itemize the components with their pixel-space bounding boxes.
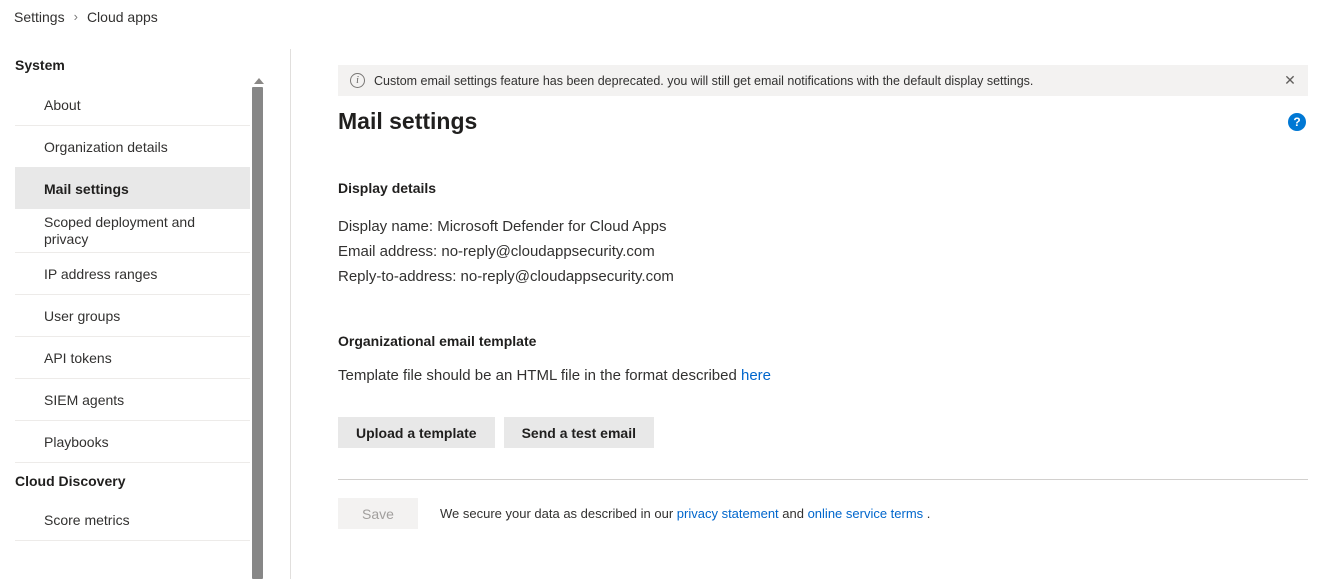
sidebar-item-about[interactable]: About <box>15 83 250 125</box>
privacy-note-suffix: . <box>923 506 930 521</box>
organizational-email-template-heading: Organizational email template <box>338 333 536 349</box>
breadcrumb: Settings › Cloud apps <box>14 6 158 28</box>
sidebar-content-divider <box>290 49 291 579</box>
sidebar-item-siem-agents[interactable]: SIEM agents <box>15 378 250 420</box>
online-service-terms-link[interactable]: online service terms <box>808 506 924 521</box>
template-actions: Upload a template Send a test email <box>338 417 663 448</box>
reply-to-address-line: Reply-to-address: no-reply@cloudappsecur… <box>338 264 674 289</box>
deprecation-banner: i Custom email settings feature has been… <box>338 65 1308 96</box>
display-name-line: Display name: Microsoft Defender for Clo… <box>338 214 674 239</box>
sidebar-item-organization-details[interactable]: Organization details <box>15 125 250 167</box>
privacy-note-middle: and <box>779 506 808 521</box>
sidebar-item-playbooks[interactable]: Playbooks <box>15 420 250 462</box>
info-circle-icon: i <box>350 73 365 88</box>
sidebar-item-api-tokens[interactable]: API tokens <box>15 336 250 378</box>
sidebar-item-label: About <box>44 97 81 113</box>
chevron-right-icon: › <box>74 9 78 24</box>
email-address-line: Email address: no-reply@cloudappsecurity… <box>338 239 674 264</box>
breadcrumb-item-settings[interactable]: Settings <box>14 9 65 25</box>
display-details-list: Display name: Microsoft Defender for Clo… <box>338 214 674 289</box>
sidebar-item-label: Score metrics <box>44 512 130 528</box>
footer-divider <box>338 479 1308 480</box>
sidebar-item-user-groups[interactable]: User groups <box>15 294 250 336</box>
here-link[interactable]: here <box>741 367 771 384</box>
page-title: Mail settings <box>338 108 477 135</box>
settings-sidebar: System About Organization details Mail s… <box>0 47 266 579</box>
sidebar-item-score-metrics[interactable]: Score metrics <box>15 498 250 540</box>
sidebar-item-label: Organization details <box>44 139 168 155</box>
footer-bar: Save We secure your data as described in… <box>338 498 930 529</box>
sidebar-item-label: Scoped deployment and privacy <box>44 214 240 248</box>
chevron-up-icon[interactable] <box>254 78 264 84</box>
breadcrumb-item-cloud-apps[interactable]: Cloud apps <box>87 9 158 25</box>
privacy-statement-link[interactable]: privacy statement <box>677 506 779 521</box>
sidebar-item-label: Playbooks <box>44 434 109 450</box>
display-details-heading: Display details <box>338 180 436 196</box>
save-button[interactable]: Save <box>338 498 418 529</box>
scrollbar-thumb[interactable] <box>252 87 263 579</box>
sidebar-divider <box>15 540 250 541</box>
main-content: i Custom email settings feature has been… <box>338 0 1330 579</box>
nav-group-title-system: System <box>0 47 266 83</box>
template-description-text: Template file should be an HTML file in … <box>338 367 741 384</box>
sidebar-item-mail-settings[interactable]: Mail settings <box>15 167 250 209</box>
nav-group-title-cloud-discovery: Cloud Discovery <box>15 462 250 498</box>
sidebar-scrollbar[interactable] <box>251 47 264 579</box>
send-a-test-email-button[interactable]: Send a test email <box>504 417 654 448</box>
sidebar-item-label: Mail settings <box>44 181 129 197</box>
privacy-note: We secure your data as described in our … <box>440 506 930 521</box>
privacy-note-prefix: We secure your data as described in our <box>440 506 677 521</box>
help-icon[interactable]: ? <box>1288 113 1306 131</box>
sidebar-item-label: User groups <box>44 308 120 324</box>
sidebar-item-label: SIEM agents <box>44 392 124 408</box>
close-icon[interactable]: ✕ <box>1278 69 1302 93</box>
page-root: Settings › Cloud apps System About Organ… <box>0 0 1330 579</box>
upload-a-template-button[interactable]: Upload a template <box>338 417 495 448</box>
template-description: Template file should be an HTML file in … <box>338 367 771 384</box>
sidebar-item-ip-address-ranges[interactable]: IP address ranges <box>15 252 250 294</box>
banner-message: Custom email settings feature has been d… <box>374 74 1278 88</box>
sidebar-item-label: API tokens <box>44 350 112 366</box>
sidebar-item-label: IP address ranges <box>44 266 157 282</box>
sidebar-item-scoped-deployment-and-privacy[interactable]: Scoped deployment and privacy <box>15 209 250 252</box>
